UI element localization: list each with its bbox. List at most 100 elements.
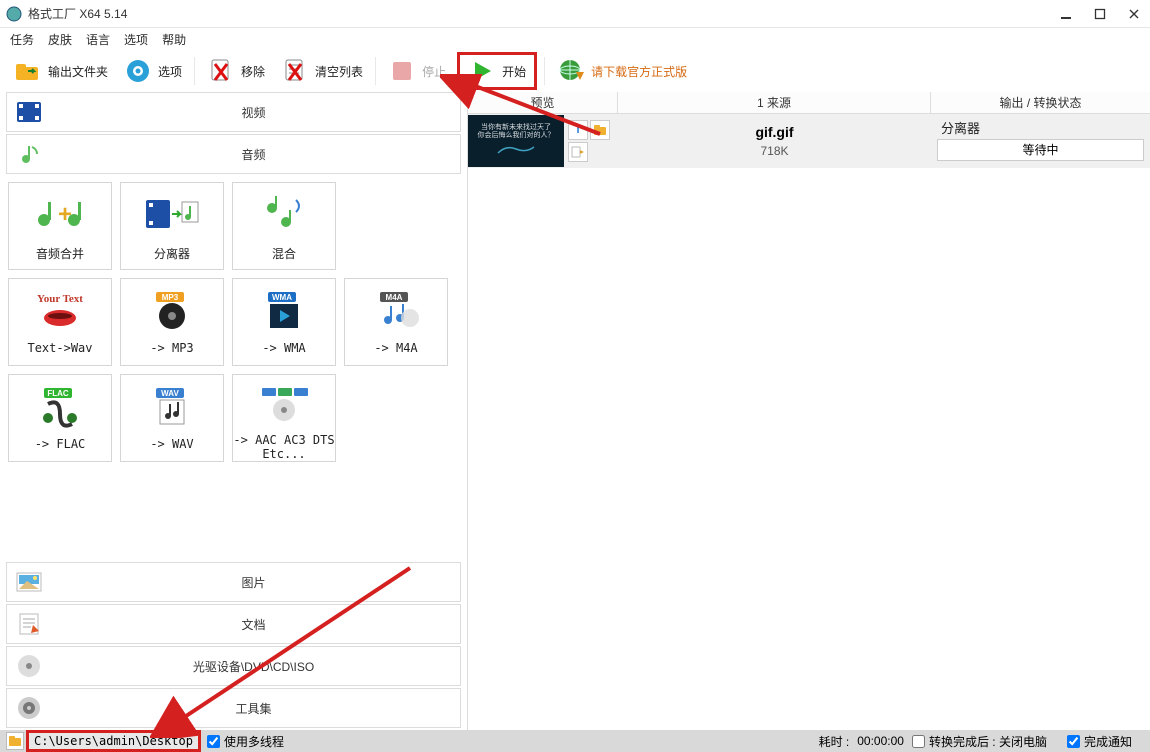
svg-text:MP3: MP3	[162, 293, 179, 302]
stop-label: 停止	[422, 63, 446, 80]
tile-text-wav[interactable]: Your Text Text->Wav	[8, 278, 112, 366]
options-button[interactable]: 选项	[118, 53, 188, 89]
task-table-header: 预览 1 来源 输出 / 转换状态	[468, 92, 1150, 114]
document-icon	[11, 610, 47, 638]
multithread-input[interactable]	[207, 735, 220, 748]
toolbar-separator-3	[544, 57, 545, 85]
m4a-icon: M4A	[366, 285, 426, 335]
category-picture[interactable]: 图片	[6, 562, 461, 602]
clear-label: 清空列表	[315, 63, 363, 80]
toolbar-separator	[194, 57, 195, 85]
left-spacer	[0, 468, 467, 562]
task-source-cell: gif.gif 718K	[618, 114, 931, 168]
picture-icon	[11, 568, 47, 596]
tile-mp3-label: -> MP3	[150, 341, 193, 355]
category-optical[interactable]: 光驱设备\DVD\CD\ISO	[6, 646, 461, 686]
task-info-button[interactable]: i	[568, 120, 588, 140]
notify-label: 完成通知	[1084, 733, 1132, 750]
col-source[interactable]: 1 来源	[618, 92, 931, 113]
maximize-button[interactable]	[1090, 4, 1110, 24]
svg-text:WMA: WMA	[272, 293, 292, 302]
category-document[interactable]: 文档	[6, 604, 461, 644]
stop-icon	[388, 57, 416, 85]
tile-mix[interactable]: 混合	[232, 182, 336, 270]
svg-text:WAV: WAV	[161, 389, 179, 398]
svg-text:你会后悔么我们对的人？: 你会后悔么我们对的人？	[478, 130, 555, 139]
task-row[interactable]: 当你有新未来找过天了你会后悔么我们对的人？ i	[468, 114, 1150, 168]
options-label: 选项	[158, 63, 182, 80]
notify-done-checkbox[interactable]: 完成通知	[1067, 733, 1132, 750]
tile-audio-merge[interactable]: + 音频合并	[8, 182, 112, 270]
task-mini-buttons: i	[564, 118, 614, 164]
tile-wav[interactable]: WAV -> WAV	[120, 374, 224, 462]
task-status-cell: 分离器 等待中	[931, 114, 1150, 168]
task-thumbnail[interactable]: 当你有新未来找过天了你会后悔么我们对的人？	[468, 115, 564, 167]
output-path[interactable]: C:\Users\admin\Desktop	[28, 732, 199, 750]
text-wav-icon: Your Text	[30, 285, 90, 335]
svg-text:Your Text: Your Text	[37, 293, 83, 305]
category-toolset[interactable]: 工具集	[6, 688, 461, 728]
category-optical-label: 光驱设备\DVD\CD\ISO	[47, 658, 460, 675]
tile-wma[interactable]: WMA -> WMA	[232, 278, 336, 366]
output-folder-button[interactable]: 输出文件夹	[8, 53, 114, 89]
shutdown-label: 转换完成后 : 关闭电脑	[929, 733, 1047, 750]
menu-language[interactable]: 语言	[86, 31, 110, 48]
clear-icon	[281, 57, 309, 85]
category-audio[interactable]: 音频	[6, 134, 461, 174]
tile-m4a[interactable]: M4A -> M4A	[344, 278, 448, 366]
flac-icon: FLAC	[30, 381, 90, 431]
tile-mp3[interactable]: MP3 -> MP3	[120, 278, 224, 366]
tile-mix-label: 混合	[272, 245, 296, 262]
clear-list-button[interactable]: 清空列表	[275, 53, 369, 89]
play-icon	[468, 57, 496, 85]
elapsed-label: 耗时 :	[819, 733, 850, 750]
svg-text:M4A: M4A	[386, 293, 403, 302]
tile-splitter[interactable]: 分离器	[120, 182, 224, 270]
close-button[interactable]	[1124, 4, 1144, 24]
start-button[interactable]: 开始	[458, 53, 536, 89]
task-play-button[interactable]	[568, 142, 588, 162]
open-output-folder-button[interactable]	[6, 732, 24, 750]
right-panel: 预览 1 来源 输出 / 转换状态 当你有新未来找过天了你会后悔么我们对的人？ …	[468, 92, 1150, 730]
task-filesize: 718K	[760, 144, 788, 158]
stop-button[interactable]: 停止	[382, 53, 452, 89]
remove-label: 移除	[241, 63, 265, 80]
task-preview-cell: 当你有新未来找过天了你会后悔么我们对的人？ i	[468, 114, 618, 168]
col-status[interactable]: 输出 / 转换状态	[931, 92, 1150, 113]
elapsed-value: 00:00:00	[857, 734, 904, 748]
tile-textwav-label: Text->Wav	[27, 341, 92, 355]
col-preview[interactable]: 预览	[468, 92, 618, 113]
audio-icon	[11, 140, 47, 168]
download-official-button[interactable]: 请下载官方正式版	[551, 53, 693, 89]
category-video-label: 视频	[47, 104, 460, 121]
tile-merge-label: 音频合并	[36, 245, 84, 262]
output-folder-label: 输出文件夹	[48, 63, 108, 80]
wma-icon: WMA	[254, 285, 314, 335]
category-video[interactable]: 视频	[6, 92, 461, 132]
minimize-button[interactable]	[1056, 4, 1076, 24]
task-state: 等待中	[937, 139, 1144, 161]
multithread-checkbox[interactable]: 使用多线程	[207, 733, 284, 750]
multithread-label: 使用多线程	[224, 733, 284, 750]
shutdown-after-checkbox[interactable]: 转换完成后 : 关闭电脑	[912, 733, 1047, 750]
mp3-icon: MP3	[142, 285, 202, 335]
menu-skin[interactable]: 皮肤	[48, 31, 72, 48]
task-open-folder-button[interactable]	[590, 120, 610, 140]
remove-icon	[207, 57, 235, 85]
tile-aac-etc[interactable]: -> AAC AC3 DTS Etc...	[232, 374, 336, 462]
menu-options[interactable]: 选项	[124, 31, 148, 48]
status-bar: C:\Users\admin\Desktop 使用多线程 耗时 : 00:00:…	[0, 730, 1150, 752]
tile-flac[interactable]: FLAC -> FLAC	[8, 374, 112, 462]
menu-help[interactable]: 帮助	[162, 31, 186, 48]
disc-icon	[11, 652, 47, 680]
tile-aac-label: -> AAC AC3 DTS Etc...	[233, 433, 335, 461]
category-toolset-label: 工具集	[47, 700, 460, 717]
remove-button[interactable]: 移除	[201, 53, 271, 89]
toolset-icon	[11, 694, 47, 722]
gear-icon	[124, 57, 152, 85]
notify-input[interactable]	[1067, 735, 1080, 748]
app-title: 格式工厂 X64 5.14	[28, 5, 1056, 22]
menu-task[interactable]: 任务	[10, 31, 34, 48]
globe-download-icon	[557, 57, 585, 85]
shutdown-input[interactable]	[912, 735, 925, 748]
